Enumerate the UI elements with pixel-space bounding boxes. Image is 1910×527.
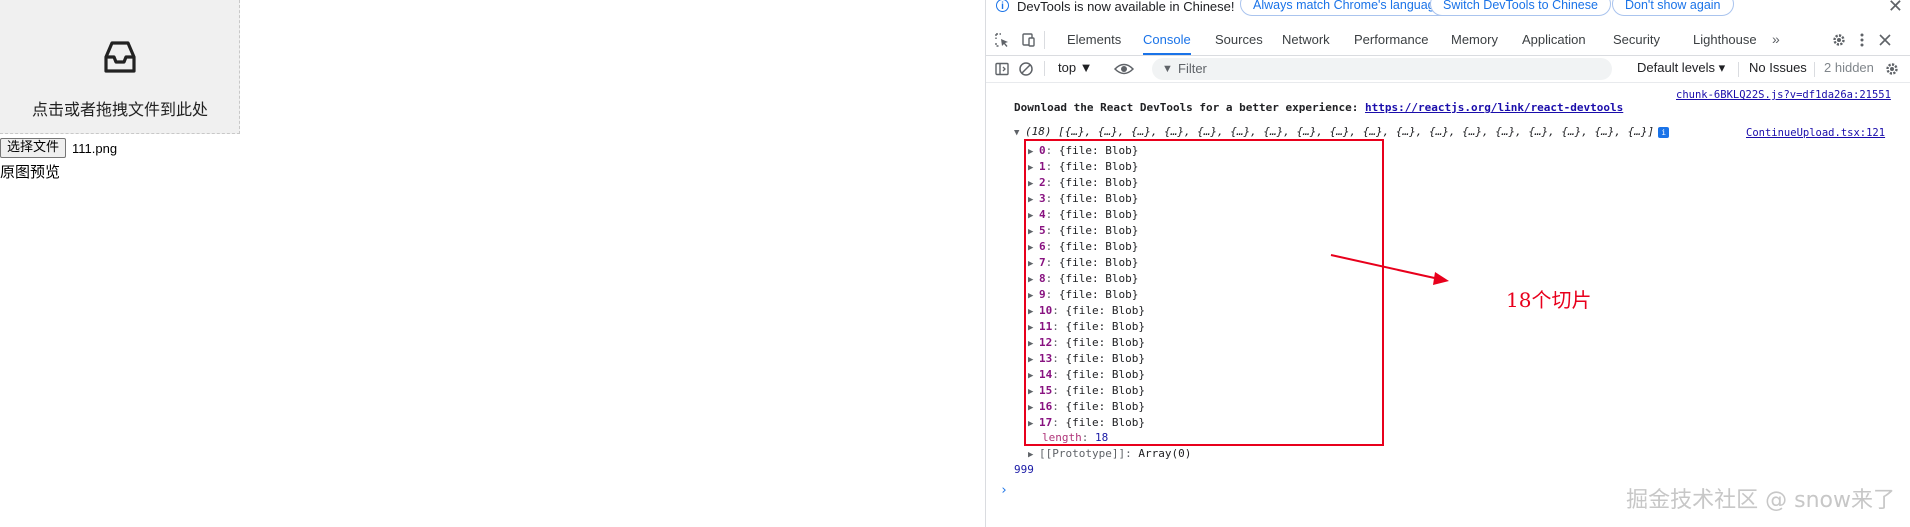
inbox-icon — [104, 41, 136, 73]
tab-performance[interactable]: Performance — [1354, 25, 1428, 55]
console-log-value: 999 — [1014, 463, 1034, 476]
clear-console-icon[interactable] — [1018, 61, 1034, 77]
react-message-text: Download the React DevTools for a better… — [1014, 101, 1359, 114]
settings-gear-icon[interactable] — [1831, 32, 1847, 48]
close-icon[interactable]: ✕ — [1888, 0, 1903, 17]
selected-file-name: 111.png — [72, 140, 118, 156]
annotation-highlight-box — [1024, 139, 1384, 446]
context-selector[interactable]: top ▼ — [1058, 60, 1093, 75]
tab-lighthouse[interactable]: Lighthouse — [1693, 25, 1757, 55]
annotation-arrow — [1330, 254, 1449, 285]
info-badge-icon: i — [1658, 126, 1670, 138]
dont-show-again-button[interactable]: Don't show again — [1612, 0, 1734, 16]
array-preview: (18) [{…}, {…}, {…}, {…}, {…}, {…}, {…},… — [1025, 125, 1655, 138]
tab-network[interactable]: Network — [1282, 25, 1330, 55]
toolbar-divider — [1044, 61, 1045, 76]
close-devtools-icon[interactable] — [1877, 32, 1893, 48]
tab-security[interactable]: Security — [1613, 25, 1660, 55]
prototype-value: Array(0) — [1138, 447, 1192, 460]
console-toolbar: top ▼ ▼ Filter Default levels ▾ No Issue… — [986, 56, 1910, 83]
expand-triangle-icon[interactable]: ▶ — [1028, 447, 1039, 463]
prototype-row[interactable]: ▶ [[Prototype]]: Array(0) — [1028, 446, 1191, 462]
upload-dropzone[interactable]: 点击或者拖拽文件到此处 — [0, 0, 240, 134]
array-log-summary[interactable]: ▼ (18) [{…}, {…}, {…}, {…}, {…}, {…}, {…}… — [1014, 125, 1670, 138]
sidebar-toggle-icon[interactable] — [994, 61, 1010, 77]
inspect-element-icon[interactable] — [994, 32, 1010, 48]
tab-console[interactable]: Console — [1143, 25, 1191, 55]
upload-hint: 点击或者拖拽文件到此处 — [31, 100, 208, 119]
filter-icon: ▼ — [1162, 63, 1173, 75]
collapse-triangle-icon[interactable]: ▼ — [1014, 128, 1025, 138]
prototype-key: [[Prototype]] — [1039, 447, 1126, 460]
devtools-panel: i DevTools is now available in Chinese! … — [985, 0, 1910, 527]
console-prompt-caret[interactable]: › — [1000, 483, 1008, 498]
eye-icon[interactable] — [1114, 61, 1134, 77]
toolbar-divider — [1814, 62, 1815, 77]
more-options-icon[interactable] — [1854, 32, 1870, 48]
info-icon: i — [996, 0, 1009, 12]
more-tabs-icon[interactable]: » — [1772, 31, 1780, 47]
watermark: 掘金技术社区 @ snow来了 — [1626, 488, 1895, 513]
tab-application[interactable]: Application — [1522, 25, 1586, 55]
annotation-label: 18个切片 — [1506, 288, 1592, 312]
tab-memory[interactable]: Memory — [1451, 25, 1498, 55]
toolbar-divider — [1738, 62, 1739, 77]
tab-elements[interactable]: Elements — [1067, 25, 1121, 55]
console-settings-gear-icon[interactable] — [1884, 61, 1900, 77]
tab-sources[interactable]: Sources — [1215, 25, 1263, 55]
devtools-tabbar: Elements Console Sources Network Perform… — [986, 25, 1910, 56]
tabbar-divider — [1044, 31, 1045, 49]
infobar-message: DevTools is now available in Chinese! — [1017, 0, 1235, 14]
always-match-language-button[interactable]: Always match Chrome's language — [1240, 0, 1455, 16]
react-message-source-link[interactable]: chunk-6BKLQ22S.js?v=df1da26a:21551 — [1676, 89, 1891, 101]
log-levels-dropdown[interactable]: Default levels ▾ — [1637, 60, 1725, 76]
issues-counter[interactable]: No Issues — [1749, 60, 1807, 75]
filter-placeholder: Filter — [1178, 61, 1207, 76]
file-input-row: 选择文件 111.png — [0, 138, 117, 158]
switch-to-chinese-button[interactable]: Switch DevTools to Chinese — [1430, 0, 1611, 16]
device-toolbar-icon[interactable] — [1020, 32, 1036, 48]
language-infobar: i DevTools is now available in Chinese! … — [986, 0, 1910, 16]
hidden-messages-count: 2 hidden — [1824, 60, 1874, 75]
choose-file-button[interactable]: 选择文件 — [0, 138, 67, 158]
console-filter-input[interactable]: ▼ Filter — [1152, 58, 1612, 80]
react-devtools-message: Download the React DevTools for a better… — [1014, 101, 1623, 114]
array-log-source-link[interactable]: ContinueUpload.tsx:121 — [1746, 127, 1885, 139]
preview-label: 原图预览 — [0, 163, 61, 181]
react-devtools-link[interactable]: https://reactjs.org/link/react-devtools — [1365, 101, 1623, 114]
